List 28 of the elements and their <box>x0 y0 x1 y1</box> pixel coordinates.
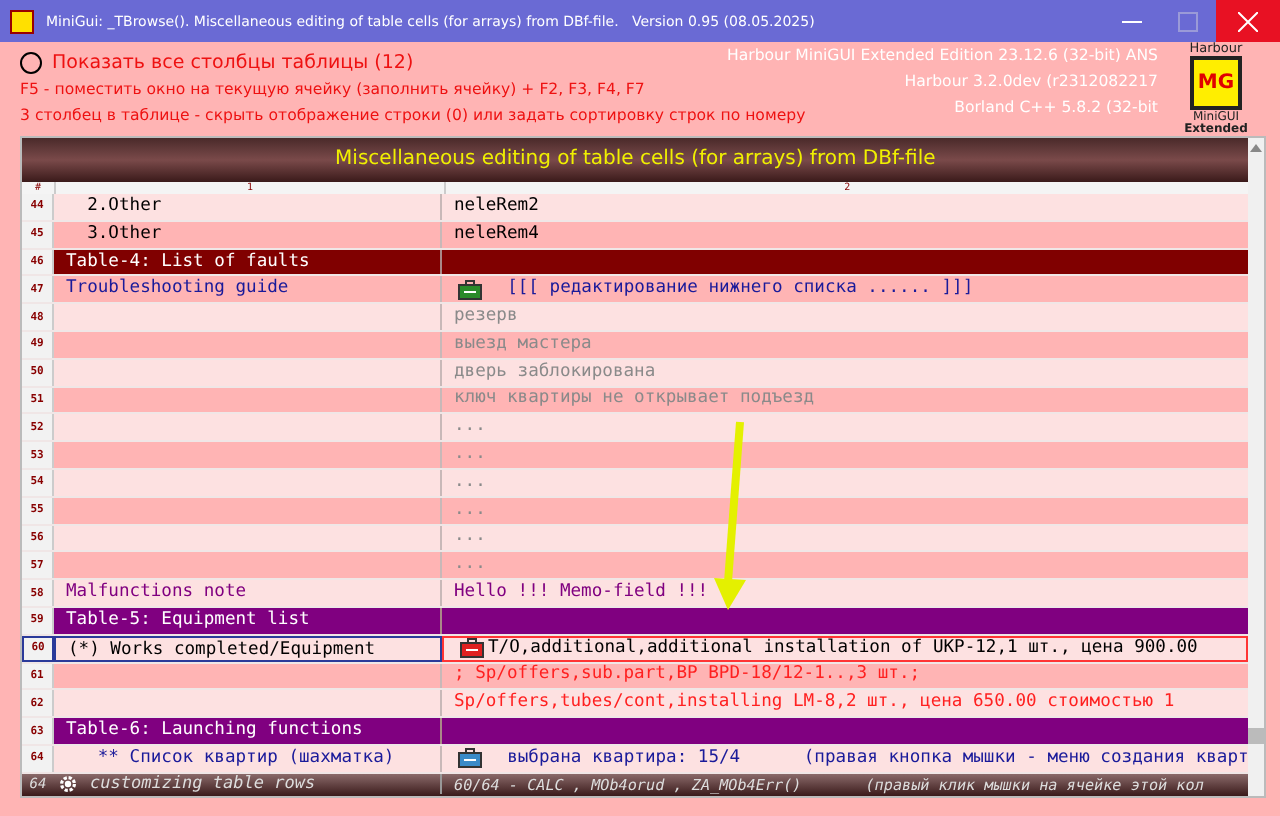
section-cell[interactable]: Table-6: Launching functions <box>54 718 442 744</box>
app-icon <box>10 9 34 33</box>
table-cell[interactable]: 3.Other <box>54 221 442 248</box>
table-cell[interactable]: T/O,additional,additional installation of UKP-12,1 шт., цена 900.00 <box>442 635 1249 662</box>
table-cell[interactable]: neleRem4 <box>442 221 1249 248</box>
table-cell[interactable]: (*) Works completed/Equipment <box>54 635 442 662</box>
maximize-icon[interactable] <box>1178 11 1198 31</box>
logo-mark: MG <box>1190 56 1242 110</box>
settings-icon[interactable] <box>58 774 78 795</box>
footer-label: customizing table rows <box>90 774 316 795</box>
close-button[interactable] <box>1216 0 1280 42</box>
scroll-thumb[interactable] <box>1248 728 1265 744</box>
table-cell[interactable]: neleRem2 <box>442 194 1249 220</box>
table-cell[interactable]: Malfunctions note <box>54 580 442 606</box>
table-cell[interactable]: ** Список квартир (шахматка) <box>54 745 442 772</box>
scrollbar[interactable] <box>1248 138 1265 796</box>
table-cell[interactable]: Troubleshooting guide <box>54 276 442 303</box>
minimize-icon[interactable] <box>1122 19 1142 23</box>
table-cell[interactable]: 2.Other <box>54 194 442 220</box>
scroll-up-icon[interactable] <box>1250 144 1263 152</box>
radio-button[interactable] <box>20 51 42 73</box>
table-cell[interactable]: выбрана квартира: 15/4 (правая кнопка мышки - меню создания кварт <box>442 745 1249 772</box>
close-icon <box>1238 11 1258 31</box>
table-title: Miscellaneous editing of table cells (for arrays) from DBf-file <box>22 138 1249 182</box>
section-cell[interactable]: Table-5: Equipment list <box>54 607 442 634</box>
table-cell[interactable]: Hello !!! Memo-field !!! <box>442 580 1249 606</box>
section-cell[interactable]: Table-4: List of faults <box>54 249 442 275</box>
table-cell[interactable]: [[[ редактирование нижнего списка ...... ]]] <box>442 276 1249 303</box>
